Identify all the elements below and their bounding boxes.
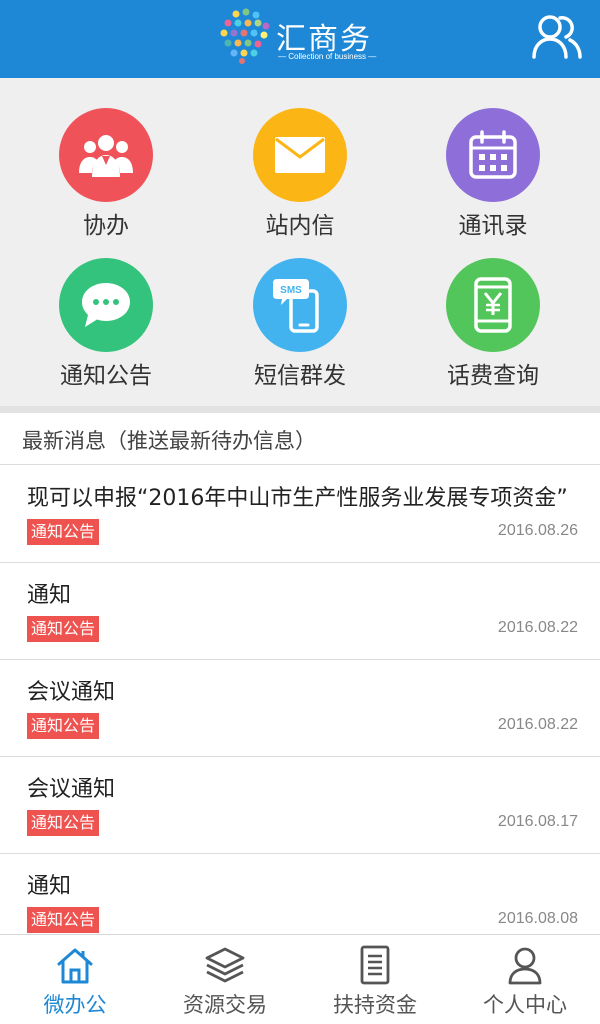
tab-support-funds[interactable]: 扶持资金 [300,935,450,1024]
grid-label: 站内信 [265,213,335,239]
news-title: 通知 [27,583,72,608]
tab-personal-center[interactable]: 个人中心 [450,935,600,1024]
list-item[interactable]: 会议通知 通知公告 2016.08.22 [0,660,600,757]
grid-circle [253,108,347,202]
users-icon[interactable] [530,12,584,62]
news-tag-badge: 通知公告 [27,616,100,642]
function-grid: 协办 站内信 通讯录 通知公告 SMS 短信群发 话费查询 [0,78,600,406]
grid-item-notice[interactable]: 通知公告 [6,258,206,408]
news-date: 2016.08.17 [497,813,578,830]
grid-item-coassist[interactable]: 协办 [6,108,206,258]
grid-circle [59,108,153,202]
tab-label: 扶持资金 [333,993,417,1017]
people-group-icon [79,135,133,177]
list-item[interactable]: 会议通知 通知公告 2016.08.17 [0,757,600,854]
news-tag-badge: 通知公告 [27,519,100,545]
news-title: 通知 [27,874,72,899]
tab-label: 资源交易 [183,993,267,1017]
tab-label: 微办公 [43,993,107,1017]
envelope-icon [275,137,325,173]
grid-circle [59,258,153,352]
section-divider [0,406,600,413]
logo-dots-icon [220,8,270,64]
tab-micro-office[interactable]: 微办公 [0,935,150,1024]
document-icon [360,945,390,985]
news-date: 2016.08.22 [497,716,578,733]
home-icon [57,948,93,984]
calendar-icon [469,130,517,179]
grid-label: 协办 [83,213,129,239]
grid-circle [446,108,540,202]
chat-bubble-icon [82,283,130,327]
logo-subtitle: — Collection of business — [278,52,377,61]
grid-circle: SMS [253,258,347,352]
grid-item-bill[interactable]: 话费查询 [393,258,593,408]
news-date: 2016.08.08 [497,910,578,927]
list-item[interactable]: 通知 通知公告 2016.08.08 [0,854,600,934]
svg-text:SMS: SMS [280,285,302,296]
grid-label: 短信群发 [254,363,346,389]
app-logo: 汇商务 — Collection of business — [218,8,398,68]
grid-item-inbox[interactable]: 站内信 [200,108,400,258]
sms-phone-icon: SMS [273,279,319,333]
list-item[interactable]: 现可以申报“2016年中山市生产性服务业发展专项资金” 通知公告 2016.08… [0,466,600,563]
app-header: 汇商务 — Collection of business — [0,0,600,78]
tab-resource-trading[interactable]: 资源交易 [150,935,300,1024]
news-tag-badge: 通知公告 [27,713,100,739]
list-item[interactable]: 通知 通知公告 2016.08.22 [0,563,600,660]
news-list[interactable]: 现可以申报“2016年中山市生产性服务业发展专项资金” 通知公告 2016.08… [0,466,600,934]
grid-label: 通知公告 [60,363,152,389]
news-tag-badge: 通知公告 [27,907,100,933]
person-icon [508,947,542,985]
grid-item-sms[interactable]: SMS 短信群发 [200,258,400,408]
grid-circle [446,258,540,352]
tab-label: 个人中心 [483,993,567,1017]
grid-item-contacts[interactable]: 通讯录 [393,108,593,258]
layers-icon [205,947,245,983]
yen-phone-icon [474,277,512,333]
news-title: 现可以申报“2016年中山市生产性服务业发展专项资金” [27,486,568,511]
news-section-title: 最新消息（推送最新待办信息） [0,413,600,465]
news-section-title-text: 最新消息（推送最新待办信息） [22,429,316,453]
news-title: 会议通知 [27,680,116,705]
bottom-tabbar: 微办公 资源交易 扶持资金 个人中心 [0,934,600,1024]
grid-label: 话费查询 [447,363,539,389]
news-title: 会议通知 [27,777,116,802]
news-tag-badge: 通知公告 [27,810,100,836]
grid-label: 通讯录 [458,213,528,239]
news-date: 2016.08.22 [497,619,578,636]
news-date: 2016.08.26 [497,522,578,539]
